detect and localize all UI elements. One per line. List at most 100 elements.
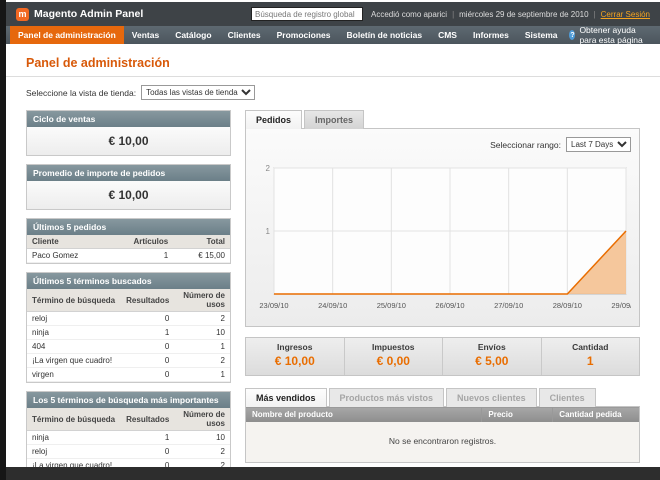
range-selector-row: Seleccionar rango: Last 7 Days — [254, 137, 631, 152]
column-header: Nombre del producto — [245, 406, 483, 422]
cell: 10 — [174, 325, 230, 340]
tab-customers[interactable]: Clientes — [538, 388, 596, 407]
top-search-terms-box: Los 5 términos de búsqueda más important… — [26, 391, 231, 467]
cell: reloj — [27, 444, 122, 459]
svg-text:25/09/10: 25/09/10 — [377, 301, 406, 310]
svg-text:27/09/10: 27/09/10 — [494, 301, 523, 310]
page-title: Panel de administración — [26, 56, 170, 70]
tab-new-customers[interactable]: Nuevos clientes — [446, 388, 537, 407]
nav-customers[interactable]: Clientes — [220, 26, 269, 44]
cell: 1 — [121, 325, 175, 340]
table-head-row: Término de búsqueda Resultados Número de u… — [27, 408, 230, 431]
box-title: Últimos 5 términos buscados — [27, 273, 230, 289]
cell: 10 — [174, 430, 230, 445]
table-row: reloj 0 2 — [27, 444, 230, 459]
nav-reports[interactable]: Informes — [465, 26, 517, 44]
last-search-terms-table: Término de búsqueda Resultados Número de u… — [27, 289, 230, 382]
cell: 2 — [174, 458, 230, 467]
last-orders-box: Últimos 5 pedidos Cliente Artículos Total … — [26, 218, 231, 264]
cell: 2 — [174, 311, 230, 326]
help-icon: ? — [569, 30, 576, 40]
cell: 0 — [121, 339, 175, 354]
orders-chart: 1 2 23/09/10 24/09/10 25/09/10 26/09/10 27/09/… — [259, 164, 631, 310]
column-header: Número de usos — [174, 408, 230, 431]
svg-text:1: 1 — [266, 227, 271, 236]
header-date: miércoles 29 de septiembre de 2010 — [459, 9, 589, 19]
cell: 1 — [121, 430, 175, 445]
table-row: Paco Gomez 1 € 15,00 — [27, 248, 230, 263]
right-column: Pedidos Importes Seleccionar rango: Last… — [245, 110, 640, 467]
cell: 0 — [121, 458, 175, 467]
magento-logo-icon: m — [16, 7, 29, 21]
tab-orders[interactable]: Pedidos — [245, 110, 303, 129]
cell: ninja — [27, 325, 122, 340]
cell: 0 — [121, 353, 175, 368]
table-head-row: Cliente Artículos Total — [27, 235, 230, 249]
range-select[interactable]: Last 7 Days — [566, 137, 631, 152]
nav-promotions[interactable]: Promociones — [269, 26, 339, 44]
totals-bar: Ingresos € 10,00 Impuestos € 0,00 Envíos… — [245, 337, 640, 376]
stat-value: € 5,00 — [475, 354, 509, 368]
svg-text:29/09/10: 29/09/10 — [611, 301, 631, 310]
main-navigation: Panel de administración Ventas Catálogo … — [6, 25, 660, 45]
grid-body: No se encontraron registros. — [245, 422, 640, 463]
store-view-label: Seleccione la vista de tienda: — [26, 87, 137, 98]
box-title: Promedio de importe de pedidos — [27, 165, 230, 181]
average-orders-box: Promedio de importe de pedidos € 10,00 — [26, 164, 231, 210]
cell: ¡La virgen que cuadro! — [27, 353, 122, 368]
logout-link[interactable]: Cerrar Sesión — [601, 10, 650, 19]
stat-quantity: Cantidad 1 — [540, 338, 640, 375]
stat-tax: Impuestos € 0,00 — [343, 338, 443, 375]
cell: 0 — [121, 311, 175, 326]
tab-amounts[interactable]: Importes — [304, 110, 365, 129]
table-body: reloj 0 2 ninja 1 10 404 0 1 ¡La virgen que cuadr… — [27, 311, 230, 382]
nav-dashboard[interactable]: Panel de administración — [10, 26, 124, 44]
column-header: Cliente — [27, 235, 125, 249]
cell: € 15,00 — [173, 248, 230, 263]
tab-most-viewed[interactable]: Productos más vistos — [328, 388, 445, 407]
tab-bestsellers[interactable]: Más vendidos — [245, 388, 327, 407]
grid-tabs: Más vendidos Productos más vistos Nuevos… — [245, 388, 640, 407]
average-orders-value: € 10,00 — [27, 181, 230, 209]
stat-label: Impuestos — [371, 342, 415, 352]
logged-in-text: Accedió como aparici — [371, 9, 448, 19]
stat-value: € 10,00 — [274, 354, 315, 368]
svg-text:26/09/10: 26/09/10 — [435, 301, 464, 310]
nav-newsletter[interactable]: Boletín de noticias — [339, 26, 431, 44]
cell: reloj — [27, 311, 122, 326]
range-label: Seleccionar rango: — [490, 139, 561, 150]
bestsellers-grid: Nombre del producto Precio Cantidad pedida… — [245, 406, 640, 463]
separator: | — [593, 9, 596, 19]
cell: 2 — [174, 353, 230, 368]
column-header: Precio — [481, 406, 554, 422]
box-title: Últimos 5 pedidos — [27, 219, 230, 235]
table-body: ninja110reloj02¡La virgen que cuadro!024… — [27, 430, 230, 467]
column-header: Número de usos — [174, 289, 230, 312]
stat-label: Cantidad — [572, 342, 609, 352]
nav-sales[interactable]: Ventas — [124, 26, 167, 44]
table-row: ¡La virgen que cuadro! 0 2 — [27, 353, 230, 368]
brand-title: Magento Admin Panel — [34, 8, 144, 20]
column-header: Resultados — [121, 408, 175, 431]
cell: ninja — [27, 430, 122, 445]
nav-cms[interactable]: CMS — [430, 26, 465, 44]
page-help-link[interactable]: ? Obtener ayuda para esta página — [565, 25, 656, 45]
cell: ¡La virgen que cuadro! — [27, 458, 122, 467]
dashboard-columns: Ciclo de ventas € 10,00 Promedio de impo… — [26, 110, 640, 467]
cell: 1 — [174, 339, 230, 354]
svg-text:2: 2 — [266, 164, 271, 173]
nav-catalog[interactable]: Catálogo — [167, 26, 219, 44]
table-head-row: Término de búsqueda Resultados Número de u… — [27, 289, 230, 312]
column-header: Resultados — [121, 289, 175, 312]
column-header: Artículos — [124, 235, 174, 249]
cell: Paco Gomez — [27, 248, 125, 263]
nav-system[interactable]: Sistema — [517, 26, 566, 44]
global-search-input[interactable] — [251, 7, 364, 21]
box-title: Los 5 términos de búsqueda más important… — [27, 392, 230, 408]
magento-admin-screen: m Magento Admin Panel Accedió como apari… — [0, 0, 660, 480]
stat-label: Envíos — [477, 342, 506, 352]
admin-page: m Magento Admin Panel Accedió como apari… — [6, 0, 660, 480]
store-view-select[interactable]: Todas las vistas de tienda — [141, 85, 256, 100]
last-orders-table: Cliente Artículos Total Paco Gomez 1 € 15,00 — [27, 235, 230, 263]
divider — [6, 76, 660, 77]
